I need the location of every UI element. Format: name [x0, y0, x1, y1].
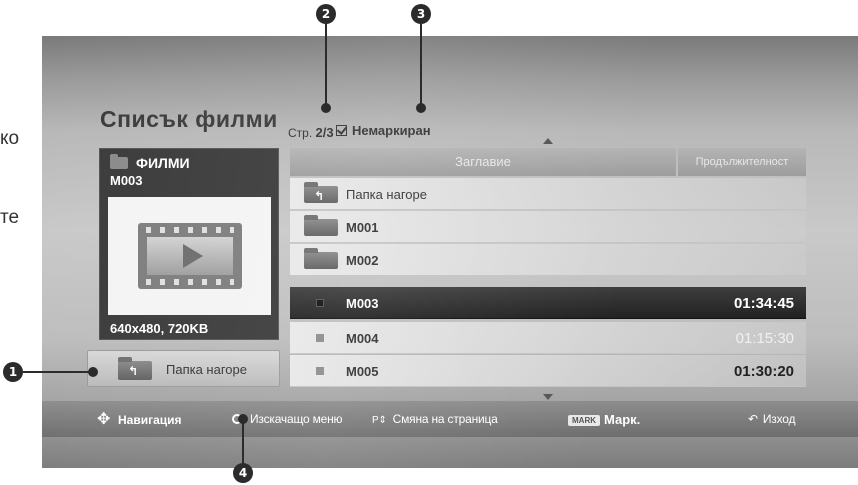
callout-1-dot — [88, 367, 98, 377]
list-row[interactable]: M002 — [290, 244, 806, 276]
navigation-hint: Навигация — [97, 409, 182, 429]
scroll-down-icon[interactable] — [543, 394, 553, 400]
film-strip-icon — [138, 223, 242, 289]
navigation-icon — [97, 409, 112, 429]
exit-label: Изход — [762, 412, 796, 426]
unmarked-filter[interactable]: Немаркиран — [336, 123, 431, 138]
row-name: M002 — [346, 253, 379, 268]
page-change-hint: P⇕ Смяна на страница — [372, 412, 498, 426]
popup-menu-label: Изскачащо меню — [250, 412, 343, 426]
mark-key-icon: MARK — [568, 415, 600, 426]
row-name: Папка нагоре — [346, 187, 427, 202]
preview-resolution: 640x480, 720KB — [110, 321, 209, 336]
folder-icon — [304, 248, 338, 269]
preview-file-name: M003 — [110, 173, 143, 188]
up-folder-button-label: Папка нагоре — [166, 362, 247, 377]
up-folder-icon: ↰ — [304, 182, 338, 203]
list-row[interactable]: M004 01:15:30 — [290, 322, 806, 354]
column-header-duration[interactable]: Продължителност — [678, 148, 806, 176]
callout-3: 3 — [411, 4, 431, 24]
callout-2: 2 — [316, 4, 336, 24]
popup-menu-hint: Изскачащо меню — [232, 412, 343, 426]
preview-thumbnail — [108, 197, 271, 315]
play-icon — [183, 244, 203, 268]
navigation-label: Навигация — [118, 413, 182, 427]
callout-3-leader — [420, 24, 422, 104]
row-name: M004 — [346, 331, 379, 346]
mark-hint: MARK Марк. — [568, 412, 640, 427]
row-name: M001 — [346, 220, 379, 235]
folder-icon — [304, 215, 338, 236]
column-header-title[interactable]: Заглавие — [290, 148, 676, 176]
callout-1-leader — [23, 371, 91, 373]
page-value: 2/3 — [315, 125, 334, 140]
list-row[interactable]: M001 — [290, 211, 806, 243]
list-row[interactable]: M005 01:30:20 — [290, 355, 806, 387]
callout-4: 4 — [233, 463, 253, 483]
tv-screen: Списък филми Стр. 2/3 Немаркиран ФИЛМИ M… — [42, 36, 858, 468]
file-marker-icon — [316, 334, 324, 342]
side-text-1: ко — [0, 128, 20, 149]
mark-label: Марк. — [604, 412, 641, 427]
list-row-selected[interactable]: M003 01:34:45 — [290, 287, 806, 319]
up-folder-icon: ↰ — [118, 357, 152, 380]
callout-4-dot — [238, 414, 248, 424]
folder-icon — [110, 154, 128, 169]
page-title: Списък филми — [100, 106, 278, 132]
exit-hint: ↶ Изход — [748, 412, 795, 426]
bottom-help-bar: Навигация Изскачащо меню P⇕ Смяна на стра… — [42, 401, 858, 437]
preview-folder: ФИЛМИ — [110, 154, 190, 171]
preview-folder-label: ФИЛМИ — [136, 155, 190, 171]
callout-2-leader — [325, 24, 327, 104]
row-name: M005 — [346, 364, 379, 379]
exit-icon: ↶ — [748, 412, 758, 426]
file-marker-icon — [316, 299, 324, 307]
preview-panel: ФИЛМИ M003 640x480, 720KB — [99, 148, 279, 340]
page-prefix: Стр. — [288, 126, 313, 140]
callout-4-leader — [242, 418, 244, 464]
up-folder-button[interactable]: ↰ Папка нагоре — [87, 350, 280, 387]
row-name: M003 — [346, 296, 379, 311]
side-text-2: те — [0, 207, 20, 228]
callout-3-dot — [416, 103, 426, 113]
scroll-up-icon[interactable] — [543, 138, 553, 144]
file-marker-icon — [316, 367, 324, 375]
page-indicator: Стр. 2/3 — [288, 125, 334, 140]
movie-list: Заглавие Продължителност ↰ Папка нагоре … — [290, 148, 806, 388]
filter-label: Немаркиран — [352, 123, 431, 138]
checkbox-icon[interactable] — [336, 125, 347, 136]
row-duration: 01:15:30 — [735, 330, 794, 347]
callout-2-dot — [321, 103, 331, 113]
list-row-up-folder[interactable]: ↰ Папка нагоре — [290, 178, 806, 210]
page-change-label: Смяна на страница — [392, 412, 498, 426]
row-duration: 01:30:20 — [733, 363, 794, 380]
page-key-icon: P⇕ — [372, 415, 387, 426]
row-duration: 01:34:45 — [733, 295, 794, 312]
callout-1: 1 — [3, 362, 23, 382]
